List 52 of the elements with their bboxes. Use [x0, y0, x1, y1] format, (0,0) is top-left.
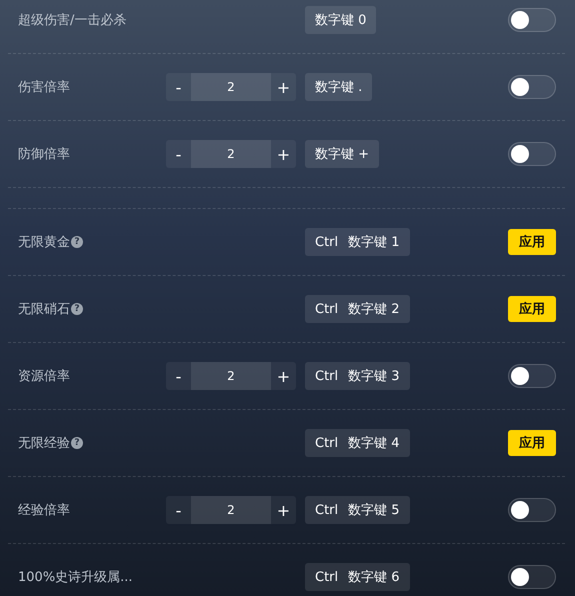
apply-button[interactable]: 应用 [508, 430, 556, 456]
decrement-button[interactable]: - [166, 496, 191, 524]
number-stepper[interactable]: - 2 + [166, 496, 296, 524]
option-label: 防御倍率 [18, 146, 70, 163]
toggle-switch[interactable] [508, 498, 556, 522]
option-label: 无限黄金 [18, 234, 70, 251]
apply-button[interactable]: 应用 [508, 296, 556, 322]
hotkey-text: Ctrl [315, 234, 338, 250]
option-label: 伤害倍率 [18, 79, 70, 96]
decrement-button[interactable]: - [166, 73, 191, 101]
increment-button[interactable]: + [271, 362, 296, 390]
increment-button[interactable]: + [271, 140, 296, 168]
number-stepper[interactable]: - 2 + [166, 362, 296, 390]
help-icon[interactable]: ? [71, 236, 83, 248]
toggle-switch[interactable] [508, 565, 556, 589]
hotkey-text: Ctrl [315, 570, 338, 584]
hotkey-text: 数字键 6 [348, 569, 400, 586]
hotkey-text: 数字键 2 [348, 301, 400, 318]
hotkey-text: 数字键 3 [348, 368, 400, 385]
toggle-switch[interactable] [508, 142, 556, 166]
value-field[interactable]: 2 [191, 362, 271, 390]
value-field[interactable]: 2 [191, 73, 271, 101]
hotkey-text: Ctrl [315, 302, 338, 316]
hotkey-text: 数字键 4 [348, 435, 400, 452]
option-label: 无限经验 [18, 435, 70, 452]
help-icon[interactable]: ? [71, 303, 83, 315]
decrement-button[interactable]: - [166, 362, 191, 390]
option-label: 经验倍率 [18, 502, 70, 519]
toggle-switch[interactable] [508, 75, 556, 99]
option-label: 无限硝石 [18, 301, 70, 318]
hotkey-text: Ctrl [315, 436, 338, 450]
hotkey-text: 数字键 5 [348, 502, 400, 519]
option-label: 100%史诗升级属... [18, 569, 133, 586]
value-field[interactable]: 2 [191, 140, 271, 168]
hotkey-text: 数字键 . [315, 79, 362, 96]
help-icon[interactable]: ? [71, 437, 83, 449]
hotkey-text: 数字键 1 [348, 234, 400, 251]
value-field[interactable]: 2 [191, 496, 271, 524]
hotkey-text: Ctrl [315, 502, 338, 518]
number-stepper[interactable]: - 2 + [166, 73, 296, 101]
increment-button[interactable]: + [271, 73, 296, 101]
toggle-switch[interactable] [508, 8, 556, 32]
option-label: 资源倍率 [18, 368, 70, 385]
hotkey-text: Ctrl [315, 368, 338, 384]
apply-button[interactable]: 应用 [508, 229, 556, 255]
hotkey-text: 数字键 + [315, 146, 370, 163]
increment-button[interactable]: + [271, 496, 296, 524]
decrement-button[interactable]: - [166, 140, 191, 168]
number-stepper[interactable]: - 2 + [166, 140, 296, 168]
toggle-switch[interactable] [508, 364, 556, 388]
hotkey-text: 数字键 0 [315, 12, 366, 29]
option-label: 超级伤害/一击必杀 [18, 12, 126, 29]
